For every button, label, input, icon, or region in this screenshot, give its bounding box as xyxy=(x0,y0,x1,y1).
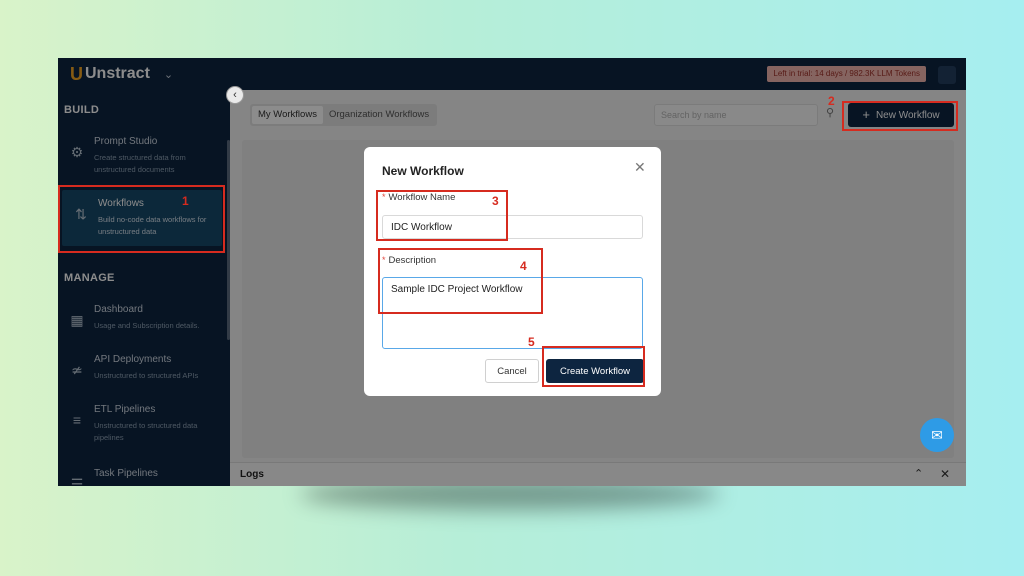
annotation-number-1: 1 xyxy=(182,194,189,208)
highlight-box-2 xyxy=(842,101,958,131)
highlight-box-4 xyxy=(378,248,543,314)
close-icon[interactable]: ✕ xyxy=(634,159,646,176)
highlight-box-1 xyxy=(58,185,225,253)
dialog-title: New Workflow xyxy=(382,164,464,178)
annotation-number-5: 5 xyxy=(528,335,535,349)
app-window: U Unstract ⌄ Left in trial: 14 days / 98… xyxy=(58,58,966,486)
annotation-number-4: 4 xyxy=(520,259,527,273)
annotation-number-3: 3 xyxy=(492,194,499,208)
annotation-number-2: 2 xyxy=(828,94,835,108)
highlight-box-3 xyxy=(376,190,508,241)
highlight-box-5 xyxy=(542,346,645,387)
cancel-button[interactable]: Cancel xyxy=(485,359,539,383)
chat-icon[interactable]: ✉ xyxy=(920,418,954,452)
chevron-left-icon[interactable]: ‹ xyxy=(226,86,244,104)
